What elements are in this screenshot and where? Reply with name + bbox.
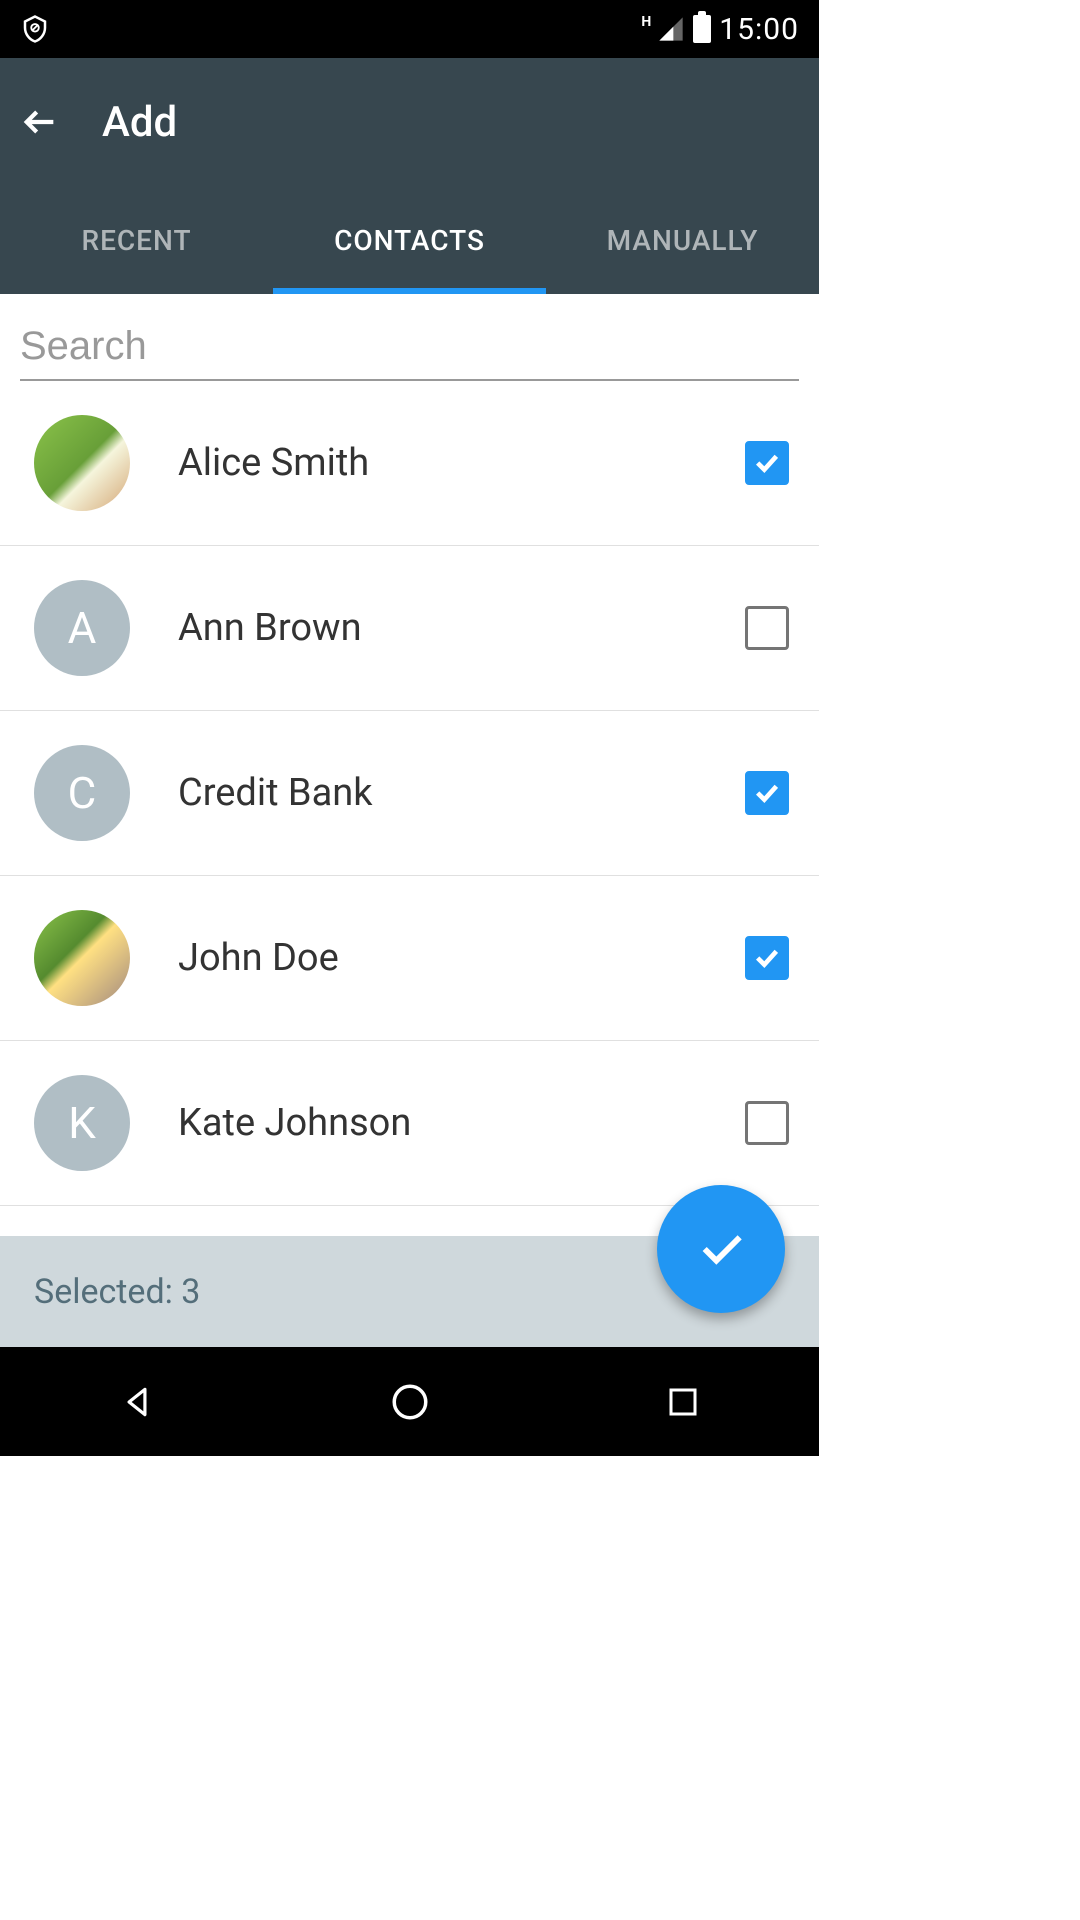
list-item[interactable]: John Doe (0, 876, 819, 1041)
avatar: C (34, 745, 130, 841)
confirm-fab-button[interactable] (657, 1185, 785, 1313)
tabs-container: RECENT CONTACTS MANUALLY (0, 186, 819, 294)
battery-icon (693, 15, 711, 43)
tab-label: MANUALLY (607, 224, 759, 257)
page-title: Add (102, 98, 177, 147)
nav-home-button[interactable] (386, 1378, 434, 1426)
contact-name: John Doe (178, 936, 745, 980)
status-left (20, 14, 50, 44)
triangle-back-icon (118, 1383, 156, 1421)
avatar (34, 415, 130, 511)
shield-icon (20, 14, 50, 44)
list-item[interactable]: Alice Smith (0, 381, 819, 546)
tab-label: CONTACTS (334, 224, 485, 257)
check-icon (693, 1221, 749, 1277)
contact-name: Ann Brown (178, 606, 745, 650)
list-item[interactable]: C Credit Bank (0, 711, 819, 876)
checkbox[interactable] (745, 606, 789, 650)
system-nav-bar (0, 1347, 819, 1456)
avatar-initial: K (68, 1097, 96, 1149)
tab-manually[interactable]: MANUALLY (546, 186, 819, 294)
back-arrow-icon[interactable] (20, 102, 60, 142)
list-item[interactable]: K Kate Johnson (0, 1041, 819, 1206)
avatar-initial: A (68, 602, 97, 654)
square-recent-icon (665, 1384, 701, 1420)
avatar: A (34, 580, 130, 676)
tab-contacts[interactable]: CONTACTS (273, 186, 546, 294)
clock-time: 15:00 (719, 12, 799, 47)
checkbox[interactable] (745, 771, 789, 815)
list-item[interactable]: A Ann Brown (0, 546, 819, 711)
contact-list[interactable]: Alice Smith A Ann Brown C Cr (0, 381, 819, 1236)
check-icon (751, 447, 783, 479)
checkbox[interactable] (745, 1101, 789, 1145)
checkbox[interactable] (745, 441, 789, 485)
tab-label: RECENT (81, 224, 191, 257)
avatar-initial: C (68, 767, 97, 819)
circle-home-icon (389, 1381, 431, 1423)
search-container (0, 294, 819, 381)
nav-back-button[interactable] (113, 1378, 161, 1426)
checkbox[interactable] (745, 936, 789, 980)
app-bar: Add (0, 58, 819, 186)
content-area: Alice Smith A Ann Brown C Cr (0, 294, 819, 1347)
search-input[interactable] (20, 314, 799, 381)
contact-name: Credit Bank (178, 771, 745, 815)
check-icon (751, 777, 783, 809)
status-bar: H 15:00 (0, 0, 819, 58)
avatar (34, 910, 130, 1006)
tab-recent[interactable]: RECENT (0, 186, 273, 294)
selected-count-text: Selected: 3 (34, 1272, 200, 1312)
contact-name: Alice Smith (178, 441, 745, 485)
check-icon (751, 942, 783, 974)
network-type-label: H (641, 14, 651, 30)
screen: H 15:00 Add RECENT CONTACTS MANUALLY (0, 0, 819, 1456)
nav-recent-button[interactable] (659, 1378, 707, 1426)
avatar: K (34, 1075, 130, 1171)
contact-name: Kate Johnson (178, 1101, 745, 1145)
signal-icon (657, 15, 685, 43)
status-right: H 15:00 (641, 12, 799, 47)
